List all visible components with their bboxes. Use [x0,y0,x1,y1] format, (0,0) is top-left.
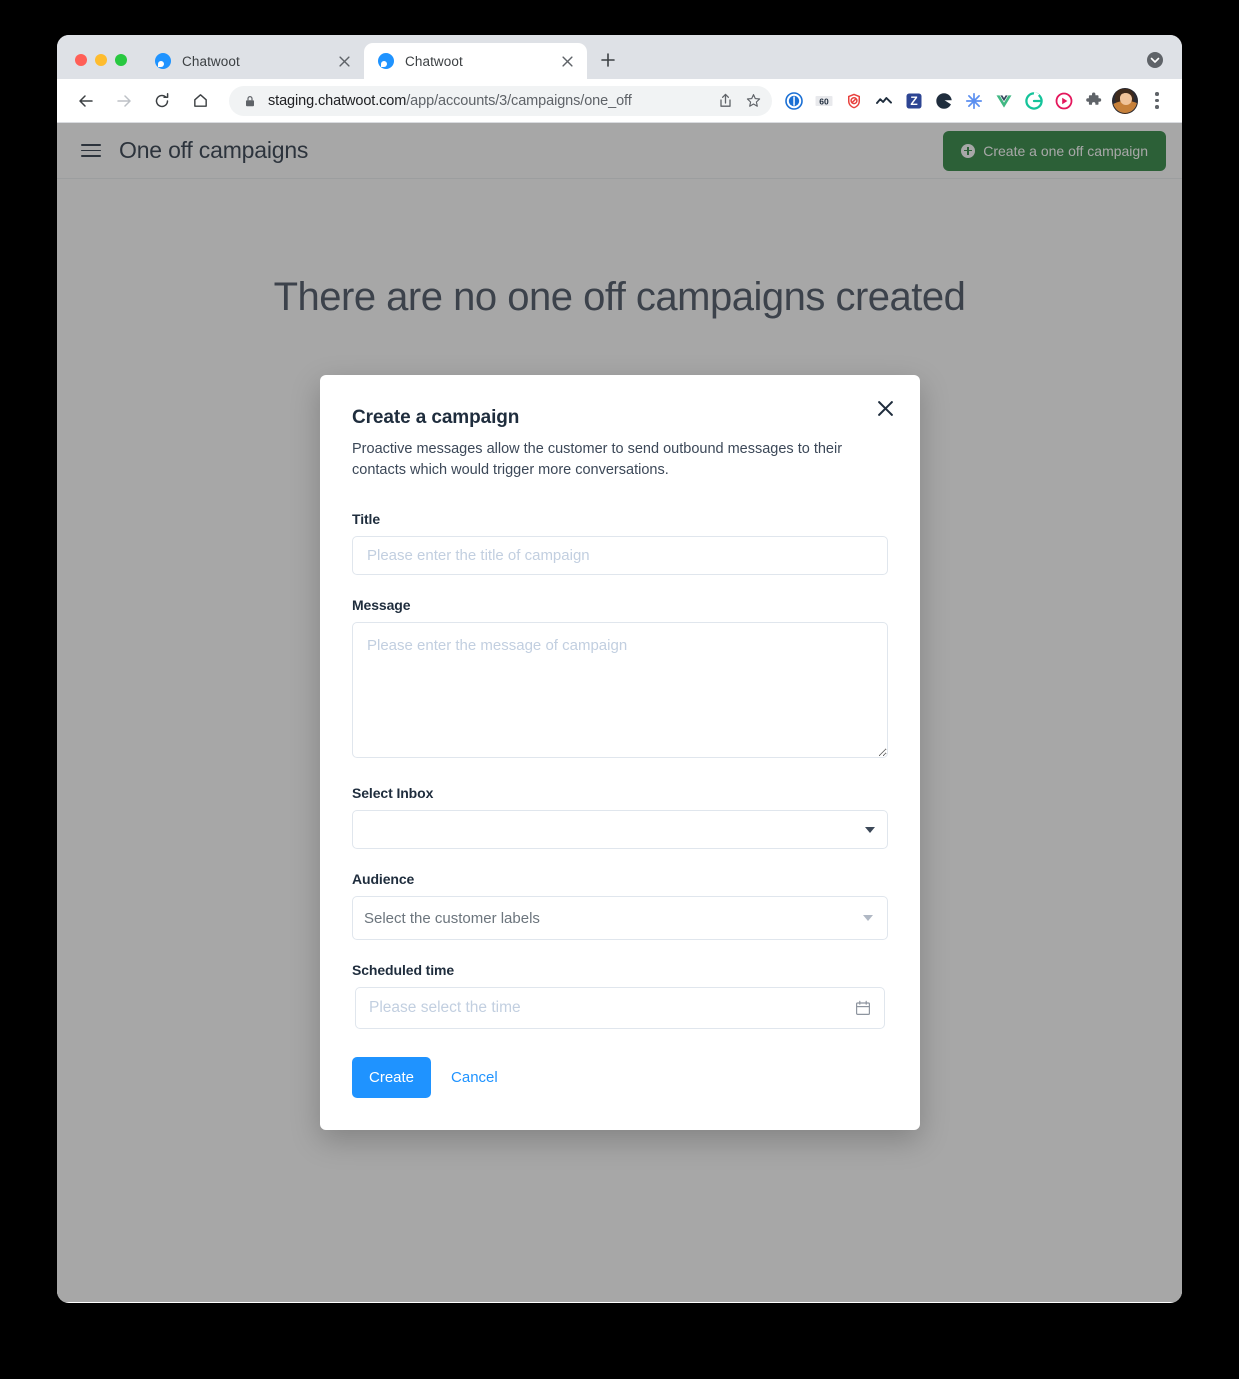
inbox-field-label: Select Inbox [352,785,434,802]
audience-field-group: Audience Select the customer labels [352,871,888,941]
browser-toolbar: staging.chatwoot.com/app/accounts/3/camp… [57,79,1182,123]
asterisk-extension-icon[interactable] [960,87,988,115]
address-bar-url: staging.chatwoot.com/app/accounts/3/camp… [268,93,706,109]
close-icon[interactable] [872,395,898,421]
inbox-select[interactable] [352,810,888,850]
home-icon[interactable] [185,86,215,116]
chatwoot-favicon-icon [155,52,172,70]
profile-avatar[interactable] [1112,87,1138,114]
window-traffic-lights [57,54,141,79]
create-campaign-modal: Create a campaign Proactive messages all… [320,375,920,1131]
create-button[interactable]: Create [352,1057,432,1099]
scheduled-time-wrap [352,987,888,1030]
browser-tab-strip: Chatwoot Chatwoot [57,35,1182,79]
extensions-bar: 60 Z [772,87,1170,115]
title-field-label: Title [352,511,381,528]
cancel-button[interactable]: Cancel [437,1057,512,1098]
title-input[interactable] [352,536,888,576]
back-arrow-icon[interactable] [71,86,101,116]
chevron-down-icon [863,915,873,922]
forward-arrow-icon[interactable] [109,86,139,116]
chrome-menu-icon[interactable] [1144,88,1170,114]
message-textarea[interactable] [352,622,888,759]
loom-extension-icon[interactable] [1050,87,1078,115]
window-close-button[interactable] [75,54,87,66]
tab-search-chevron-down-icon[interactable] [1144,49,1166,71]
browser-tab-2[interactable]: Chatwoot [364,43,587,79]
browser-tab-1-title: Chatwoot [182,53,240,69]
scheduled-time-field-label: Scheduled time [352,962,455,979]
inbox-field-group: Select Inbox [352,785,888,850]
grammar-extension-icon[interactable]: 60 [810,87,838,115]
message-field-label: Message [352,597,411,614]
svg-text:60: 60 [819,96,829,106]
vue-devtools-extension-icon[interactable] [990,87,1018,115]
clockify-extension-icon[interactable] [930,87,958,115]
url-path: /app/accounts/3/campaigns/one_off [406,92,632,109]
address-bar[interactable]: staging.chatwoot.com/app/accounts/3/camp… [229,85,772,116]
audience-multiselect[interactable]: Select the customer labels [352,896,888,941]
new-tab-button[interactable] [593,45,623,75]
browser-tab-1[interactable]: Chatwoot [141,43,364,79]
chevron-extension-icon[interactable] [870,87,898,115]
chatwoot-favicon-icon [378,52,395,70]
modal-overlay[interactable]: Create a campaign Proactive messages all… [57,123,1182,1302]
app-page: One off campaigns Create a one off campa… [57,123,1182,1302]
audience-field-label: Audience [352,871,415,888]
message-field-group: Message [352,597,888,763]
browser-tab-2-close-icon[interactable] [557,51,577,71]
share-icon[interactable] [712,88,738,114]
lock-icon [243,94,256,107]
zoom-extension-icon[interactable]: Z [900,87,928,115]
browser-window: Chatwoot Chatwoot staging.chatwoot.com/a… [57,35,1182,1303]
inbox-select-wrap [352,810,888,850]
grammarly-extension-icon[interactable] [1020,87,1048,115]
1password-extension-icon[interactable] [780,87,808,115]
modal-subtitle: Proactive messages allow the customer to… [352,441,843,479]
browser-tab-2-title: Chatwoot [405,53,463,69]
audience-placeholder: Select the customer labels [364,909,540,927]
window-minimize-button[interactable] [95,54,107,66]
scheduled-time-field-group: Scheduled time [352,962,888,1030]
window-zoom-button[interactable] [115,54,127,66]
title-field-group: Title [352,511,888,576]
reload-icon[interactable] [147,86,177,116]
bookmark-star-icon[interactable] [740,88,766,114]
omnibox-actions [712,88,766,114]
modal-title: Create a campaign [352,407,520,428]
browser-tab-1-close-icon[interactable] [334,51,354,71]
modal-actions: Create Cancel [352,1057,888,1099]
scheduled-time-input[interactable] [355,987,885,1030]
url-domain: staging.chatwoot.com [268,92,407,109]
svg-text:Z: Z [910,94,917,108]
shield-extension-icon[interactable] [840,87,868,115]
extensions-puzzle-icon[interactable] [1080,87,1108,115]
